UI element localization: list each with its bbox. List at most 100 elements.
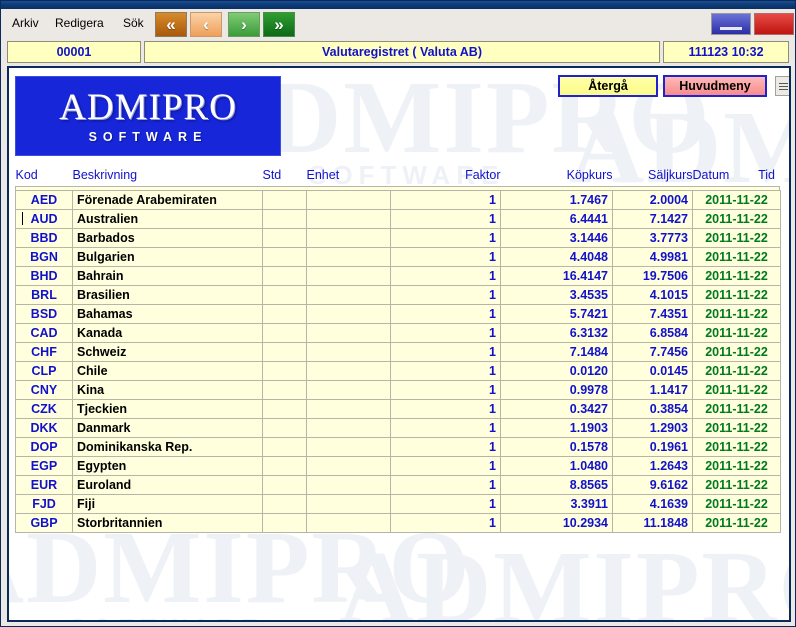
cell-datum[interactable]: 2011-11-22: [692, 342, 781, 362]
cell-std[interactable]: [262, 190, 307, 210]
table-row[interactable]: GBP Storbritannien 1 10.2934 11.1848 2011-11-…: [15, 513, 781, 533]
cell-beskrivning[interactable]: Australien: [72, 209, 263, 229]
cell-saljkurs[interactable]: 11.1848: [612, 513, 693, 533]
cell-std[interactable]: [262, 266, 307, 286]
table-row[interactable]: AUDAustralien16.44417.14272011-11-2210:5…: [15, 209, 781, 229]
cell-saljkurs[interactable]: 0.3854: [612, 399, 693, 419]
cell-beskrivning[interactable]: Egypten: [72, 456, 263, 476]
cell-beskrivning[interactable]: Kina: [72, 380, 263, 400]
cell-saljkurs[interactable]: 9.6162: [612, 475, 693, 495]
cell-enhet[interactable]: [306, 342, 391, 362]
cell-kod[interactable]: BGN: [15, 247, 73, 267]
cell-beskrivning[interactable]: Brasilien: [72, 285, 263, 305]
table-row[interactable]: BSDBahamas15.74217.43512011-11-2210:59: [15, 304, 781, 324]
table-row[interactable]: BRLBrasilien13.45354.10152011-11-2210:59: [15, 285, 781, 305]
last-record-button[interactable]: »: [263, 12, 295, 37]
cell-enhet[interactable]: [306, 380, 391, 400]
cell-saljkurs[interactable]: 7.4351: [612, 304, 693, 324]
cell-kod[interactable]: FJD: [15, 494, 73, 514]
main-menu-button[interactable]: Huvudmeny: [663, 75, 767, 97]
next-record-button[interactable]: ›: [228, 12, 260, 37]
cell-kopkurs[interactable]: 8.8565: [500, 475, 613, 495]
cell-datum[interactable]: 2011-11-22: [692, 266, 781, 286]
cell-enhet[interactable]: [306, 228, 391, 248]
cell-kod[interactable]: DOP: [15, 437, 73, 457]
cell-faktor[interactable]: 1: [390, 494, 501, 514]
cell-enhet[interactable]: [306, 361, 391, 381]
cell-kod[interactable]: DKK: [15, 418, 73, 438]
cell-saljkurs[interactable]: 4.9981: [612, 247, 693, 267]
cell-std[interactable]: [262, 323, 307, 343]
cell-enhet[interactable]: [306, 437, 391, 457]
cell-saljkurs[interactable]: 19.7506: [612, 266, 693, 286]
column-header-tid[interactable]: Tid: [758, 168, 775, 182]
previous-record-button[interactable]: ‹: [190, 12, 222, 37]
cell-kopkurs[interactable]: 6.4441: [500, 209, 613, 229]
cell-faktor[interactable]: 1: [390, 209, 501, 229]
cell-enhet[interactable]: [306, 285, 391, 305]
cell-kopkurs[interactable]: 3.1446: [500, 228, 613, 248]
cell-enhet[interactable]: [306, 304, 391, 324]
cell-std[interactable]: [262, 494, 307, 514]
cell-kod[interactable]: CLP: [15, 361, 73, 381]
cell-saljkurs[interactable]: 1.2643: [612, 456, 693, 476]
cell-saljkurs[interactable]: 1.1417: [612, 380, 693, 400]
column-header-datum[interactable]: Datum: [693, 168, 730, 182]
cell-datum[interactable]: 2011-11-22: [692, 247, 781, 267]
column-header-beskrivning[interactable]: Beskrivning: [73, 168, 263, 191]
table-row[interactable]: CADKanada16.31326.85842011-11-2210:59: [15, 323, 781, 343]
cell-faktor[interactable]: 1: [390, 304, 501, 324]
cell-kopkurs[interactable]: 5.7421: [500, 304, 613, 324]
cell-datum[interactable]: 2011-11-22: [692, 285, 781, 305]
cell-datum[interactable]: 2011-11-22: [692, 456, 781, 476]
cell-datum[interactable]: 2011-11-22: [692, 190, 781, 210]
cell-datum[interactable]: 2011-11-22: [692, 399, 781, 419]
cell-kod[interactable]: EGP: [15, 456, 73, 476]
cell-beskrivning[interactable]: Dominikanska Rep.: [72, 437, 263, 457]
cell-kod[interactable]: AED: [15, 190, 73, 210]
cell-beskrivning[interactable]: Euroland: [72, 475, 263, 495]
cell-kopkurs[interactable]: 0.3427: [500, 399, 613, 419]
cell-faktor[interactable]: 1: [390, 190, 501, 210]
cell-kod[interactable]: CAD: [15, 323, 73, 343]
column-header-kopkurs[interactable]: Köpkurs: [501, 168, 613, 191]
first-record-button[interactable]: «: [155, 12, 187, 37]
cell-saljkurs[interactable]: 0.1961: [612, 437, 693, 457]
table-row[interactable]: BBDBarbados13.14463.77732011-11-2210:59: [15, 228, 781, 248]
table-row[interactable]: CNYKina10.99781.14172011-11-2210:59: [15, 380, 781, 400]
cell-faktor[interactable]: 1: [390, 418, 501, 438]
cell-std[interactable]: [262, 228, 307, 248]
cell-enhet[interactable]: [306, 475, 391, 495]
cell-faktor[interactable]: 1: [390, 380, 501, 400]
table-row[interactable]: DKKDanmark11.19031.29032011-11-2210:59: [15, 418, 781, 438]
cell-faktor[interactable]: 1: [390, 323, 501, 343]
cell-saljkurs[interactable]: 2.0004: [612, 190, 693, 210]
cell-datum[interactable]: 2011-11-22: [692, 209, 781, 229]
cell-kod[interactable]: CHF: [15, 342, 73, 362]
cell-beskrivning[interactable]: Bahrain: [72, 266, 263, 286]
cell-enhet[interactable]: [306, 456, 391, 476]
cell-std[interactable]: [262, 437, 307, 457]
cell-beskrivning[interactable]: Tjeckien: [72, 399, 263, 419]
cell-faktor[interactable]: 1: [390, 513, 501, 533]
table-row[interactable]: BGNBulgarien14.40484.99812011-11-2210:59: [15, 247, 781, 267]
cell-datum[interactable]: 2011-11-22: [692, 228, 781, 248]
cell-beskrivning[interactable]: Förenade Arabemiraten: [72, 190, 263, 210]
cell-kopkurs[interactable]: 10.2934: [500, 513, 613, 533]
cell-beskrivning[interactable]: Schweiz: [72, 342, 263, 362]
cell-std[interactable]: [262, 285, 307, 305]
cell-saljkurs[interactable]: 1.2903: [612, 418, 693, 438]
cell-kopkurs[interactable]: 0.9978: [500, 380, 613, 400]
cell-kopkurs[interactable]: 16.4147: [500, 266, 613, 286]
cell-enhet[interactable]: [306, 513, 391, 533]
cell-faktor[interactable]: 1: [390, 247, 501, 267]
cell-kopkurs[interactable]: 4.4048: [500, 247, 613, 267]
cell-beskrivning[interactable]: Kanada: [72, 323, 263, 343]
cell-kod[interactable]: BBD: [15, 228, 73, 248]
minimize-icon[interactable]: [711, 13, 751, 35]
cell-std[interactable]: [262, 247, 307, 267]
cell-kopkurs[interactable]: 0.1578: [500, 437, 613, 457]
cell-beskrivning[interactable]: Storbritannien: [72, 513, 263, 533]
cell-kod[interactable]: BHD: [15, 266, 73, 286]
cell-faktor[interactable]: 1: [390, 228, 501, 248]
